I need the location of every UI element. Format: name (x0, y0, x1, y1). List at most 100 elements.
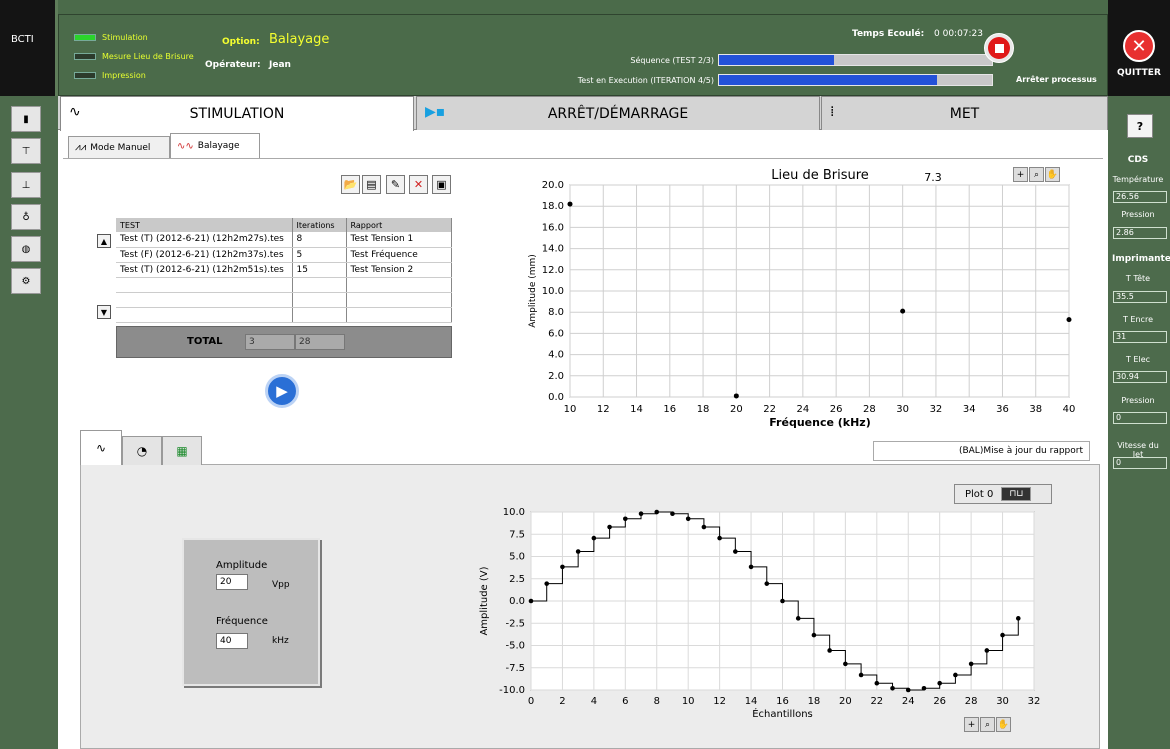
settings-icon[interactable]: ⚙ (11, 268, 41, 294)
y-tick-label: -5.0 (505, 641, 525, 652)
table-cell[interactable]: Test Tension 2 (346, 262, 452, 278)
x-tick-label: 2 (559, 696, 565, 707)
pression2-field: 0 (1113, 412, 1167, 424)
network-icon[interactable]: ◍ (11, 236, 41, 262)
execution-label: Test en Execution (ITERATION 4/5) (577, 76, 714, 85)
delete-icon[interactable]: ✕ (409, 175, 428, 194)
table-cell[interactable] (116, 277, 293, 293)
scroll-down-button[interactable]: ▼ (97, 305, 111, 319)
led-stimulation: Stimulation (74, 33, 148, 42)
test-table: TEST Iterations Rapport Test (T) (2012-6… (116, 218, 452, 323)
x-tick-label: 16 (663, 404, 676, 415)
y-tick-label: 2.5 (509, 574, 525, 585)
open-folder-icon[interactable]: 📂 (341, 175, 360, 194)
x-tick-label: 36 (996, 404, 1009, 415)
lower-tab-gauge[interactable]: ◔ (122, 436, 162, 465)
jet-field: 0 (1113, 457, 1167, 469)
table-cell[interactable] (292, 292, 347, 308)
x-tick-label: 0 (528, 696, 534, 707)
edit-pencil-icon[interactable]: ✎ (386, 175, 405, 194)
zoom-tool-icon[interactable]: ⌕ (1029, 167, 1044, 182)
data-point (937, 680, 942, 686)
table-cell[interactable] (116, 292, 293, 308)
new-document-icon[interactable]: ▤ (362, 175, 381, 194)
subtab-mode-manuel[interactable]: ⩘⩘ Mode Manuel (68, 136, 170, 158)
total-iterations-field: 28 (295, 334, 345, 350)
data-point (780, 598, 785, 604)
table-cell[interactable]: 5 (292, 247, 347, 263)
x-tick-label: 32 (930, 404, 943, 415)
lower-tab-excel[interactable]: ▦ (162, 436, 202, 465)
subtab-balayage[interactable]: ∿∿ Balayage (170, 133, 260, 158)
table-cell[interactable]: Test Tension 1 (346, 232, 452, 248)
table-cell[interactable]: Test Fréquence (346, 247, 452, 263)
table-row[interactable]: Test (T) (2012-6-21) (12h2m51s).tes 15 Tes… (116, 262, 452, 278)
cds-title: CDS (1127, 155, 1149, 165)
save-icon[interactable]: ▣ (432, 175, 451, 194)
y-tick-label: 10.0 (503, 507, 525, 518)
table-cell[interactable]: Test (T) (2012-6-21) (12h2m51s).tes (116, 262, 293, 278)
table-cell[interactable]: 8 (292, 232, 347, 248)
data-point (890, 686, 895, 691)
y-tick-label: 12.0 (542, 265, 564, 276)
x-tick-label: 24 (902, 696, 915, 707)
table-row[interactable]: Test (T) (2012-6-21) (12h2m27s).tes 8 Test… (116, 232, 452, 248)
zoom-tool-icon[interactable]: ⌕ (980, 717, 995, 732)
chart-title: Lieu de Brisure (771, 168, 869, 183)
tab-arret-demarrage[interactable]: ▶▪ ARRÊT/DÉMARRAGE (416, 96, 820, 130)
table-row[interactable]: Test (F) (2012-6-21) (12h2m37s).tes 5 Test… (116, 247, 452, 263)
calibration-icon[interactable]: ⊤ (11, 138, 41, 164)
quit-box[interactable]: ✕ QUITTER (1108, 0, 1170, 96)
table-row[interactable] (116, 307, 452, 323)
signal-chart: 0 2 4 6 8 10 12 14 16 18 20 22 24 26 28 30 32-10.0-7.5-5… (479, 507, 1040, 720)
pan-tool-icon[interactable]: ✋ (1045, 167, 1060, 182)
amplitude-input[interactable]: 20 (216, 574, 248, 590)
play-button[interactable]: ▶ (265, 374, 299, 408)
tab-stimulation[interactable]: ∿ STIMULATION (60, 96, 414, 131)
x-tick-label: 34 (963, 404, 976, 415)
stop-process-button[interactable] (984, 33, 1014, 63)
help-icon[interactable]: ? (1127, 114, 1153, 138)
y-tick-label: 2.0 (548, 371, 564, 382)
frequency-input[interactable]: 40 (216, 633, 248, 649)
table-cell[interactable] (346, 307, 452, 323)
quit-label[interactable]: QUITTER (1117, 68, 1161, 78)
tab-met[interactable]: ⁞ MET (821, 96, 1108, 130)
sequence-label: Séquence (TEST 2/3) (630, 56, 714, 65)
table-cell[interactable]: Test (F) (2012-6-21) (12h2m37s).tes (116, 247, 293, 263)
close-icon[interactable]: ✕ (1123, 30, 1155, 62)
y-tick-label: 5.0 (509, 552, 525, 563)
left-toolbar: ▮ ⊤ ⊥ ♁ ◍ ⚙ (0, 96, 58, 749)
y-tick-label: 7.5 (509, 529, 525, 540)
pan-tool-icon[interactable]: ✋ (996, 717, 1011, 732)
led-impression: Impression (74, 71, 146, 80)
led-label: Stimulation (102, 33, 148, 42)
cursor-tool-icon[interactable]: + (1013, 167, 1028, 182)
sweep-icon: ∿∿ (177, 140, 194, 152)
table-cell[interactable] (346, 277, 452, 293)
data-point (567, 201, 573, 207)
data-point (900, 308, 906, 314)
table-cell[interactable] (346, 292, 452, 308)
table-cell[interactable]: 15 (292, 262, 347, 278)
table-cell[interactable] (292, 277, 347, 293)
table-cell[interactable]: Test (T) (2012-6-21) (12h2m27s).tes (116, 232, 293, 248)
operator-label: Opérateur: (205, 60, 261, 70)
table-row[interactable] (116, 277, 452, 293)
lower-tab-wave[interactable]: ∿ (80, 430, 122, 465)
sequence-progress-fill (719, 55, 834, 65)
execution-progress (718, 74, 993, 86)
x-axis-label: Fréquence (kHz) (769, 416, 870, 429)
column-header: Rapport (346, 218, 452, 232)
table-cell[interactable] (292, 307, 347, 323)
joystick-icon[interactable]: ♁ (11, 204, 41, 230)
data-point (575, 549, 581, 554)
table-row[interactable] (116, 292, 452, 308)
valve-icon[interactable]: ⊥ (11, 172, 41, 198)
scroll-up-button[interactable]: ▲ (97, 234, 111, 248)
table-cell[interactable] (116, 307, 293, 323)
t-tete-field: 35.5 (1113, 291, 1167, 303)
cursor-tool-icon[interactable]: + (964, 717, 979, 732)
pression-label: Pression (1121, 210, 1155, 219)
device-icon[interactable]: ▮ (11, 106, 41, 132)
